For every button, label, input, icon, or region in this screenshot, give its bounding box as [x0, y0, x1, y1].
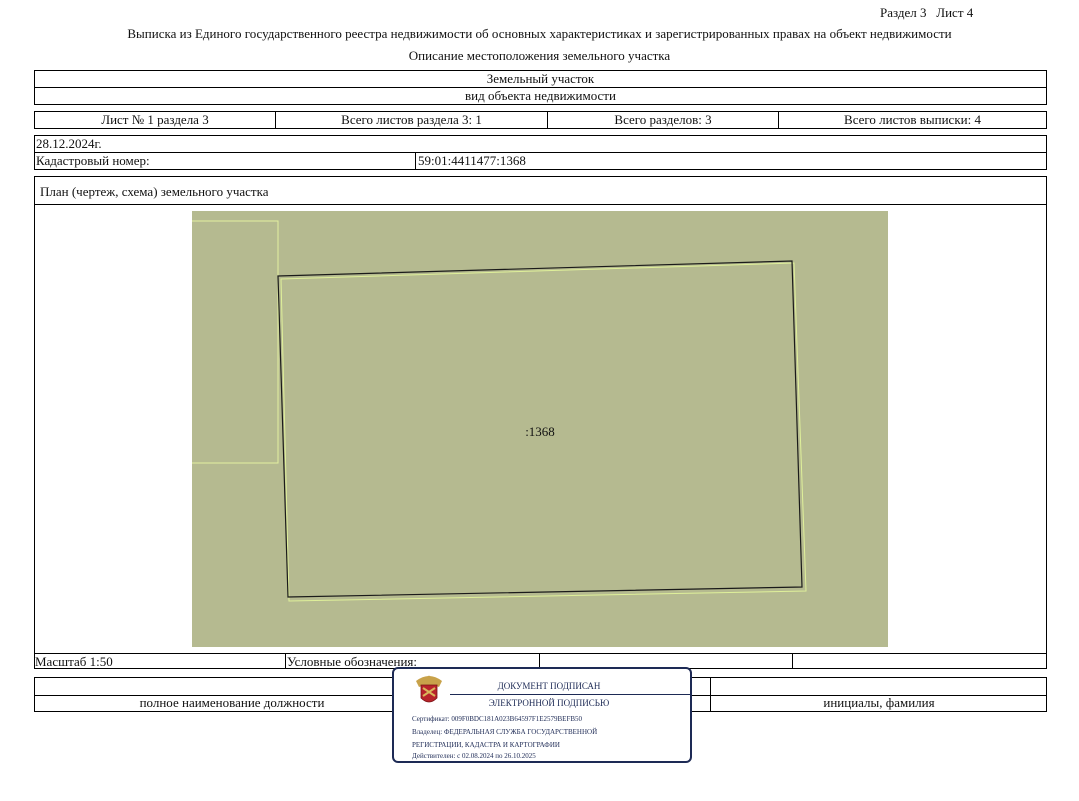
legend-cell-2 — [793, 654, 1047, 669]
stamp-owner-line-1: Владелец: ФЕДЕРАЛЬНАЯ СЛУЖБА ГОСУДАРСТВЕ… — [412, 728, 598, 736]
initials-caption: инициалы, фамилия — [823, 695, 935, 710]
document-subtitle: Описание местоположения земельного участ… — [408, 48, 671, 63]
object-type-block: Земельный участок вид объекта недвижимос… — [34, 70, 1047, 105]
scale-label: Масштаб 1:50 — [34, 654, 286, 669]
parcel-plan-drawing: :1368 — [192, 211, 888, 647]
electronic-signature-stamp: ДОКУМЕНТ ПОДПИСАН ЭЛЕКТРОННОЙ ПОДПИСЬЮ С… — [392, 667, 692, 763]
sheet-number: Лист № 1 раздела 3 — [35, 112, 276, 128]
parcel-label: :1368 — [525, 424, 555, 439]
document-title: Выписка из Единого государственного реес… — [127, 26, 952, 41]
stamp-owner-line-2: РЕГИСТРАЦИИ, КАДАСТРА И КАРТОГРАФИИ — [412, 741, 560, 749]
stamp-line-1: ДОКУМЕНТ ПОДПИСАН — [497, 681, 601, 691]
stamp-line-2: ЭЛЕКТРОННОЙ ПОДПИСЬЮ — [488, 698, 610, 708]
statement-date: 28.12.2024г. — [35, 136, 1046, 153]
sections-total: Всего разделов: 3 — [548, 112, 779, 128]
stamp-validity: Действителен: с 02.08.2024 по 26.10.2025 — [412, 752, 536, 760]
sheets-row: Лист № 1 раздела 3 Всего листов раздела … — [34, 111, 1047, 129]
plan-title: План (чертеж, схема) земельного участка — [40, 184, 269, 199]
stamp-certificate: Сертификат: 009F0BDC181A023B64597F1E2579… — [412, 715, 583, 723]
sheets-in-section: Всего листов раздела 3: 1 — [276, 112, 548, 128]
info-block: 28.12.2024г. Кадастровый номер: 59:01:44… — [34, 135, 1047, 170]
section-sheet-number: Раздел 3 Лист 4 — [880, 5, 974, 20]
parcel-plan-svg: :1368 — [192, 211, 888, 647]
cadastral-number: 59:01:4411477:1368 — [418, 153, 526, 168]
sheets-total: Всего листов выписки: 4 — [844, 112, 981, 127]
coat-of-arms-icon — [416, 675, 442, 703]
object-type-caption: вид объекта недвижимости — [465, 88, 616, 103]
position-caption: полное наименование должности — [139, 695, 325, 710]
object-type: Земельный участок — [35, 71, 1046, 88]
cadastral-label: Кадастровый номер: — [35, 153, 416, 169]
